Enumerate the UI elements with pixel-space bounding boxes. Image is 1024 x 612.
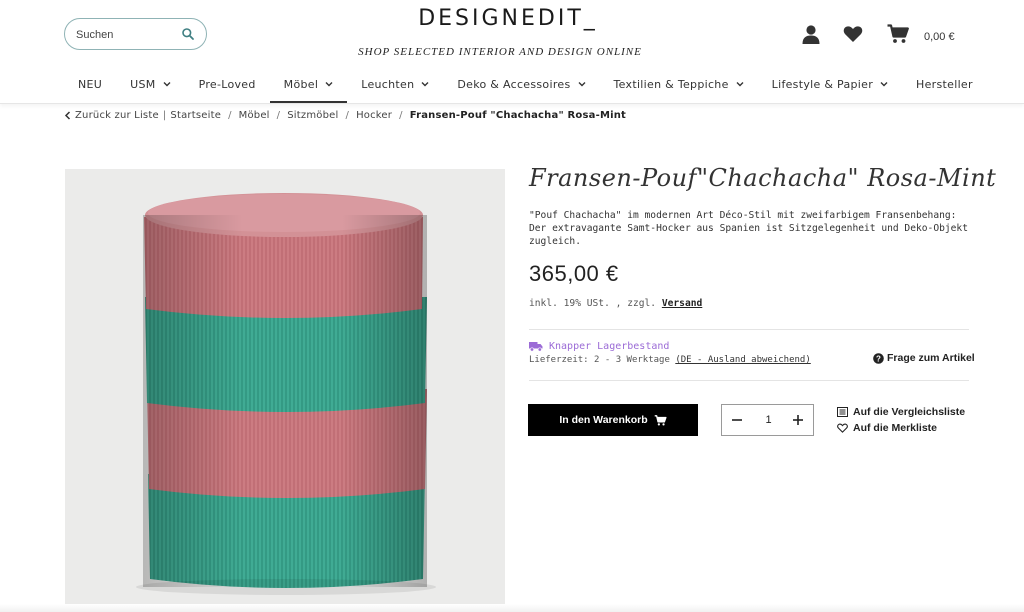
cart-icon[interactable]: [887, 24, 909, 44]
breadcrumb-separator: /: [345, 110, 350, 121]
list-icon: [837, 407, 848, 417]
description-line: zugleich.: [529, 236, 581, 247]
breadcrumb: Zurück zur Liste | Startseite / Möbel / …: [64, 110, 626, 121]
stock-status: Knapper Lagerbestand: [529, 341, 669, 352]
nav-item-label: Möbel: [283, 77, 319, 91]
breadcrumb-separator: /: [228, 110, 232, 121]
delivery-info: Lieferzeit: 2 - 3 Werktage (DE - Ausland…: [529, 355, 811, 365]
shipping-link[interactable]: Versand: [662, 298, 702, 309]
breadcrumb-link-startseite[interactable]: Startseite: [170, 110, 221, 121]
site-logo[interactable]: DESIGNEDIT_: [370, 6, 646, 31]
nav-item-pre-loved[interactable]: Pre-Loved: [185, 66, 270, 102]
delivery-text: Lieferzeit: 2 - 3 Werktage: [529, 355, 676, 365]
vat-text: inkl. 19% USt. , zzgl.: [529, 298, 662, 309]
nav-item-usm[interactable]: USM: [116, 66, 184, 102]
compare-list-label: Auf die Vergleichsliste: [853, 406, 966, 418]
nav-item-label: Hersteller: [916, 77, 973, 91]
divider: [529, 380, 969, 381]
search-icon[interactable]: [181, 27, 195, 41]
nav-item-deko-accessoires[interactable]: Deko & Accessoires: [443, 66, 599, 102]
page-bottom-edge: [0, 604, 1024, 612]
product-title: Fransen-Pouf"Chachacha" Rosa-Mint: [529, 164, 997, 192]
question-label: Frage zum Artikel: [887, 352, 975, 364]
breadcrumb-separator: /: [399, 110, 403, 121]
compare-list-link[interactable]: Auf die Vergleichsliste: [837, 406, 965, 418]
chevron-left-icon[interactable]: [64, 111, 71, 120]
heart-outline-icon: [837, 423, 848, 433]
breadcrumb-back-link[interactable]: Zurück zur Liste: [75, 110, 159, 121]
cart-total[interactable]: 0,00 €: [924, 31, 955, 43]
nav-item-label: USM: [130, 77, 156, 91]
description-line: Der extravagante Samt-Hocker aus Spanien…: [529, 223, 968, 234]
pouf-illustration: [136, 193, 436, 595]
nav-item-label: Lifestyle & Papier: [771, 77, 874, 91]
truck-icon: [529, 342, 543, 352]
search-box[interactable]: [64, 18, 207, 50]
breadcrumb-current: Fransen-Pouf "Chachacha" Rosa-Mint: [409, 110, 627, 121]
description-line: "Pouf Chachacha" im modernen Art Déco-St…: [529, 210, 957, 221]
cart-icon: [654, 414, 667, 425]
quantity-stepper: 1: [721, 404, 814, 436]
nav-item-leuchten[interactable]: Leuchten: [347, 66, 443, 102]
site-tagline: SHOP SELECTED INTERIOR AND DESIGN ONLINE: [358, 46, 642, 58]
minus-icon[interactable]: [730, 413, 744, 427]
vat-info: inkl. 19% USt. , zzgl. Versand: [529, 298, 702, 309]
nav-item-label: Leuchten: [361, 77, 415, 91]
nav-item-moebel[interactable]: Möbel: [269, 66, 348, 103]
breadcrumb-divider: |: [162, 110, 167, 121]
wishlist-link[interactable]: Auf die Merkliste: [837, 422, 937, 434]
question-circle-icon: ?: [873, 352, 884, 364]
heart-icon[interactable]: [843, 24, 863, 44]
chevron-down-icon: [578, 82, 585, 87]
nav-item-neu[interactable]: NEU: [64, 66, 116, 102]
quantity-input[interactable]: 1: [752, 414, 785, 426]
plus-icon[interactable]: [791, 413, 805, 427]
nav-item-hersteller[interactable]: Hersteller: [902, 66, 987, 102]
nav-item-textilien-teppiche[interactable]: Textilien & Teppiche: [600, 66, 758, 102]
nav-item-label: NEU: [78, 77, 103, 91]
nav-item-label: Pre-Loved: [198, 77, 256, 91]
question-about-product[interactable]: ? Frage zum Artikel: [873, 352, 975, 364]
nav-item-lifestyle-papier[interactable]: Lifestyle & Papier: [758, 66, 902, 102]
product-image[interactable]: [65, 169, 505, 609]
divider: [529, 329, 969, 330]
breadcrumb-separator: /: [276, 110, 281, 121]
main-navigation: NEU USM Pre-Loved Möbel Leuchten Deko & …: [64, 66, 987, 104]
add-to-cart-label: In den Warenkorb: [559, 414, 648, 426]
chevron-down-icon: [163, 82, 171, 87]
chevron-down-icon: [880, 82, 888, 87]
site-header: DESIGNEDIT_ SHOP SELECTED INTERIOR AND D…: [0, 0, 1024, 104]
add-to-cart-button[interactable]: In den Warenkorb: [528, 404, 698, 436]
wishlist-label: Auf die Merkliste: [853, 422, 938, 434]
user-icon[interactable]: [801, 24, 821, 44]
breadcrumb-link-hocker[interactable]: Hocker: [356, 110, 392, 121]
breadcrumb-link-sitzmoebel[interactable]: Sitzmöbel: [287, 110, 338, 121]
stock-status-label: Knapper Lagerbestand: [549, 341, 670, 352]
product-description: "Pouf Chachacha" im modernen Art Déco-St…: [529, 209, 969, 248]
nav-item-label: Textilien & Teppiche: [613, 77, 729, 91]
svg-text:?: ?: [876, 354, 881, 363]
breadcrumb-link-moebel[interactable]: Möbel: [239, 110, 270, 121]
delivery-abroad-link[interactable]: (DE - Ausland abweichend): [675, 355, 810, 365]
search-input[interactable]: [76, 26, 176, 44]
nav-item-label: Deko & Accessoires: [457, 77, 571, 91]
chevron-down-icon: [421, 82, 429, 87]
chevron-down-icon: [736, 82, 744, 87]
product-price: 365,00 €: [529, 261, 619, 286]
chevron-down-icon: [325, 82, 333, 87]
